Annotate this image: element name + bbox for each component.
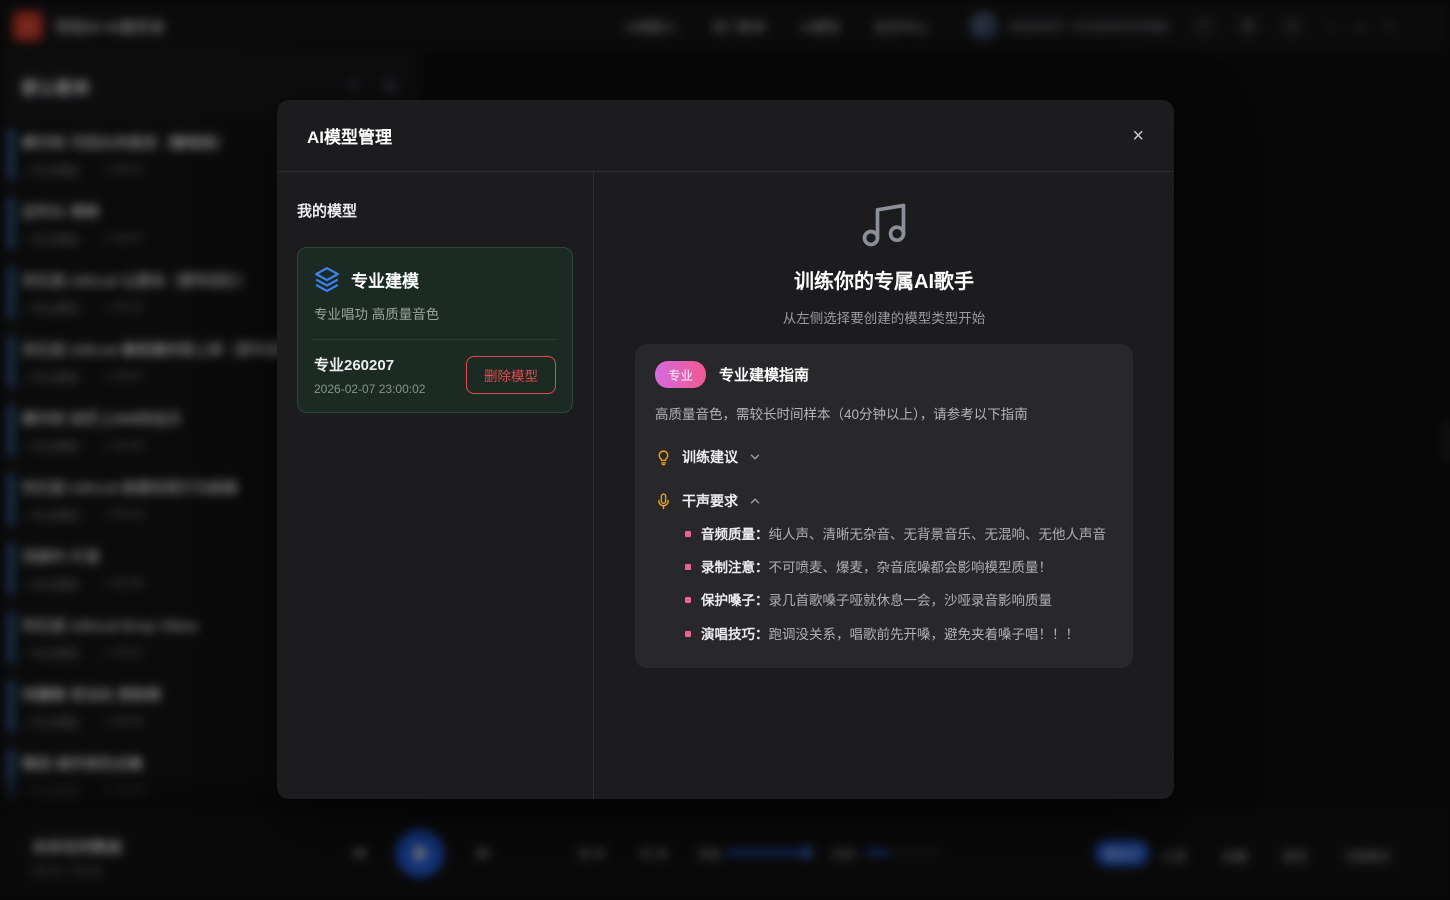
layers-icon [314,266,340,292]
training-subtitle: 从左侧选择要创建的模型类型开始 [783,307,986,327]
guide-description: 高质量音色，需较长时间样本（40分钟以上），请参考以下指南 [655,403,1113,423]
bullet-icon [685,597,691,603]
ai-model-manager-dialog: AI模型管理 × 我的模型 专业建模 专业唱功 高质量音色 [277,100,1174,799]
bullet-icon [685,631,691,637]
requirement-item: 音频质量：纯人声、清晰无杂音、无背景音乐、无混响、无他人声音 [655,526,1113,544]
training-panel: 训练你的专属AI歌手 从左侧选择要创建的模型类型开始 专业 专业建模指南 高质量… [594,172,1174,799]
guide-heading: 专业建模指南 [719,364,809,385]
training-title: 训练你的专属AI歌手 [794,265,974,294]
training-tips-label: 训练建议 [682,447,738,467]
vocal-requirements-label: 干声要求 [682,491,738,511]
card-divider [312,339,558,340]
section-training-tips[interactable]: 训练建议 [655,447,1113,467]
requirement-item: 录制注意：不可喷麦、爆麦，杂音底噪都会影响模型质量！ [655,559,1113,577]
music-note-icon [858,199,910,251]
lightbulb-icon [655,449,672,466]
modeling-guide-card: 专业 专业建模指南 高质量音色，需较长时间样本（40分钟以上），请参考以下指南 … [635,344,1133,668]
dialog-header: AI模型管理 × [277,100,1174,172]
model-type-desc: 专业唱功 高质量音色 [314,303,556,323]
model-card-professional[interactable]: 专业建模 专业唱功 高质量音色 专业260207 2026-02-07 23:0… [297,247,573,413]
bullet-icon [685,564,691,570]
vocal-requirements-list: 音频质量：纯人声、清晰无杂音、无背景音乐、无混响、无他人声音 录制注意：不可喷麦… [655,526,1113,644]
my-models-heading: 我的模型 [297,200,573,221]
close-icon[interactable]: × [1132,126,1144,146]
requirement-item: 保护嗓子：录几首歌嗓子哑就休息一会，沙哑录音影响质量 [655,592,1113,610]
pro-badge: 专业 [655,361,706,388]
dialog-title: AI模型管理 [307,123,392,148]
my-models-panel: 我的模型 专业建模 专业唱功 高质量音色 专业260207 2026-02-07… [277,172,594,799]
chevron-down-icon [748,450,762,464]
requirement-item: 演唱技巧：跑调没关系，唱歌前先开嗓，避免夹着嗓子唱！！！ [655,626,1113,644]
microphone-icon [655,493,672,510]
bullet-icon [685,531,691,537]
model-created-date: 2026-02-07 23:00:02 [314,382,425,396]
app-window: ♪ 乐玩AI·AI音乐台 AI唱歌人热门歌单AI模型会员中心 未登录用户·点击登… [0,0,1450,900]
delete-model-button[interactable]: 删除模型 [466,356,556,394]
section-vocal-requirements[interactable]: 干声要求 [655,491,1113,511]
model-instance-name: 专业260207 [314,354,425,375]
model-type-name: 专业建模 [351,267,419,292]
chevron-up-icon [748,494,762,508]
